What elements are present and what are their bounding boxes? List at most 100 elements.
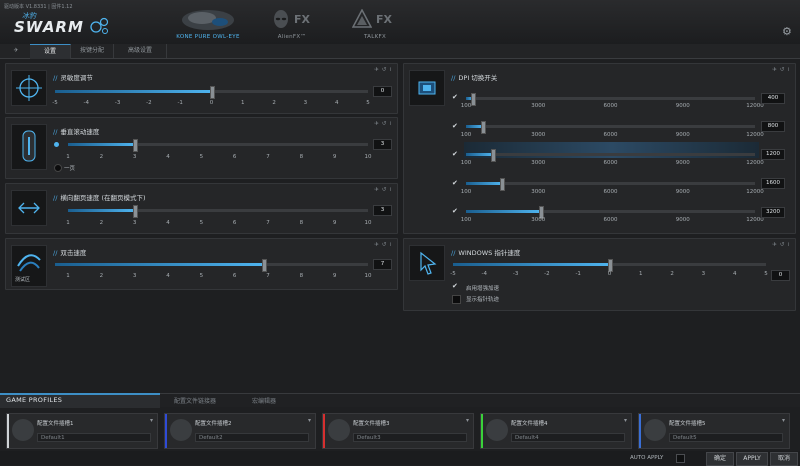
- dpi-level-2-value[interactable]: 800: [761, 121, 785, 132]
- chevron-down-icon[interactable]: ▾: [308, 417, 311, 424]
- tab-pin[interactable]: ✈: [2, 44, 31, 58]
- dpi-level-5-value[interactable]: 3200: [761, 207, 785, 218]
- tab-macro-editor[interactable]: 宏编辑器: [252, 396, 276, 405]
- sensitivity-value[interactable]: 0: [373, 86, 392, 97]
- tick-label: 7: [266, 154, 270, 160]
- pointer-speed-slider[interactable]: [453, 259, 766, 272]
- profile-slot-5[interactable]: 配置文件插槽5 ▾ Default5: [638, 413, 790, 449]
- dpi-level-2-checkbox[interactable]: ✔: [452, 122, 458, 130]
- slider-fill: [453, 263, 610, 266]
- hscroll-slider[interactable]: [68, 205, 368, 218]
- dpi-level-4-checkbox[interactable]: ✔: [452, 179, 458, 187]
- dpi-level-4-value[interactable]: 1600: [761, 178, 785, 189]
- panel-controls[interactable]: ✈↺ⅰ: [772, 67, 792, 73]
- vscroll-slider[interactable]: [68, 139, 368, 152]
- chevron-down-icon[interactable]: ▾: [624, 417, 627, 424]
- sensitivity-slider[interactable]: [55, 86, 368, 99]
- nav-talkfx[interactable]: FX TALKFX: [330, 4, 420, 44]
- panel-controls[interactable]: ✈↺ⅰ: [374, 67, 394, 73]
- dpi-level-5-checkbox[interactable]: ✔: [452, 207, 458, 215]
- dpi-level-3-checkbox[interactable]: ✔: [452, 150, 458, 158]
- tick-label: -3: [114, 100, 121, 106]
- dpi-level-4-slider[interactable]: [466, 178, 755, 191]
- scroll-wheel-thumb: [11, 124, 47, 170]
- one-page-radio[interactable]: [54, 164, 62, 172]
- nav-alienfx[interactable]: FX AlienFX™: [247, 4, 337, 44]
- chevron-down-icon[interactable]: ▾: [150, 417, 153, 424]
- tick-label: 100: [460, 132, 472, 138]
- tick-label: -3: [512, 271, 519, 277]
- panel-title-text: DPI 切换开关: [458, 74, 498, 82]
- profile-slot-2[interactable]: 配置文件插槽2 ▾ Default2: [164, 413, 316, 449]
- settings-gear-icon[interactable]: ⚙: [782, 26, 794, 38]
- tick-label: 4: [166, 154, 170, 160]
- tick-label: -1: [177, 100, 183, 106]
- slot-default-field[interactable]: Default1: [37, 433, 151, 442]
- slot-name: 配置文件插槽5: [669, 421, 706, 427]
- tab-advanced-settings[interactable]: 高级设置: [114, 44, 167, 58]
- slider-thumb[interactable]: [209, 86, 215, 99]
- slider-thumb[interactable]: [261, 259, 267, 272]
- slot-default-field[interactable]: Default2: [195, 433, 309, 442]
- tick-label: 2: [99, 220, 104, 226]
- nav-kone-pure[interactable]: KONE PURE OWL-EYE: [163, 4, 253, 44]
- tick-label: 9: [332, 220, 337, 226]
- apply-button[interactable]: APPLY: [736, 452, 768, 466]
- panel-controls[interactable]: ✈↺ⅰ: [772, 242, 792, 248]
- chevron-down-icon[interactable]: ▾: [466, 417, 469, 424]
- swarm-logo: 冰豹 SWARM: [14, 12, 114, 41]
- tick-label: 100: [460, 189, 472, 195]
- dpi-level-1-value[interactable]: 400: [761, 93, 785, 104]
- slot-default-field[interactable]: Default5: [669, 433, 783, 442]
- nav-label: KONE PURE OWL-EYE: [176, 34, 240, 40]
- tab-settings[interactable]: 设置: [30, 44, 71, 59]
- panel-controls[interactable]: ✈↺ⅰ: [374, 242, 394, 248]
- auto-apply-checkbox[interactable]: [676, 454, 685, 463]
- tick-label: 8: [299, 154, 304, 160]
- slider-thumb[interactable]: [132, 139, 138, 152]
- tick-label: 9000: [675, 132, 690, 138]
- tab-button-assignment[interactable]: 按键分配: [71, 44, 114, 58]
- nav-label: AlienFX™: [277, 34, 307, 40]
- scroll-radio-dot[interactable]: [54, 142, 59, 147]
- dpi-level-5-slider[interactable]: [466, 206, 755, 219]
- tick-label: 5: [199, 220, 204, 226]
- dpi-level-1-slider[interactable]: [466, 93, 755, 106]
- tab-profile-linker[interactable]: 配置文件链接器: [174, 396, 216, 405]
- dpi-level-3-value[interactable]: 1200: [761, 149, 785, 160]
- slider-thumb[interactable]: [132, 205, 138, 218]
- profile-slot-3[interactable]: 配置文件插槽3 ▾ Default3: [322, 413, 474, 449]
- dblclick-ticks: 1 2 3 4 5 6 7 8 9 10: [66, 273, 371, 281]
- panel-title-text: 灵敏度调节: [60, 74, 93, 82]
- tick-label: 9000: [675, 160, 690, 166]
- hscroll-value[interactable]: 3: [373, 205, 392, 216]
- slot-default-field[interactable]: Default3: [353, 433, 467, 442]
- tick-label: 10: [364, 273, 372, 279]
- vscroll-value[interactable]: 3: [373, 139, 392, 150]
- cancel-button[interactable]: 取消: [770, 452, 798, 466]
- panel-controls[interactable]: ✈↺ⅰ: [374, 121, 394, 127]
- ok-button[interactable]: 确定: [706, 452, 734, 466]
- chevron-down-icon[interactable]: ▾: [782, 417, 785, 424]
- dpi-level-3-slider[interactable]: [466, 149, 755, 162]
- panel-controls[interactable]: ✈↺ⅰ: [374, 187, 394, 193]
- enhance-precision-checkbox[interactable]: ✔: [452, 282, 458, 290]
- slot-default-field[interactable]: Default4: [511, 433, 625, 442]
- double-click-thumb[interactable]: 测试区: [11, 245, 47, 287]
- brand-name: SWARM: [14, 18, 84, 36]
- profile-slot-1[interactable]: 配置文件插槽1 ▾ Default1: [6, 413, 158, 449]
- panel-title: //横向翻页速度 (在翻页模式下): [53, 194, 146, 202]
- pointer-trails-checkbox[interactable]: [452, 295, 461, 304]
- tick-label: 100: [460, 160, 472, 166]
- dblclick-slider[interactable]: [55, 259, 368, 272]
- mouse-icon: [12, 419, 34, 441]
- dpi-level-2-slider[interactable]: [466, 121, 755, 134]
- tick-label: 9: [332, 273, 337, 279]
- profile-slot-4[interactable]: 配置文件插槽4 ▾ Default4: [480, 413, 632, 449]
- pointer-speed-value[interactable]: 0: [771, 270, 790, 281]
- dblclick-value[interactable]: 7: [373, 259, 392, 270]
- tick-label: 5: [199, 154, 204, 160]
- tick-label: 3: [132, 220, 137, 226]
- dpi-level-1-checkbox[interactable]: ✔: [452, 93, 458, 101]
- tick-label: 2: [670, 271, 674, 277]
